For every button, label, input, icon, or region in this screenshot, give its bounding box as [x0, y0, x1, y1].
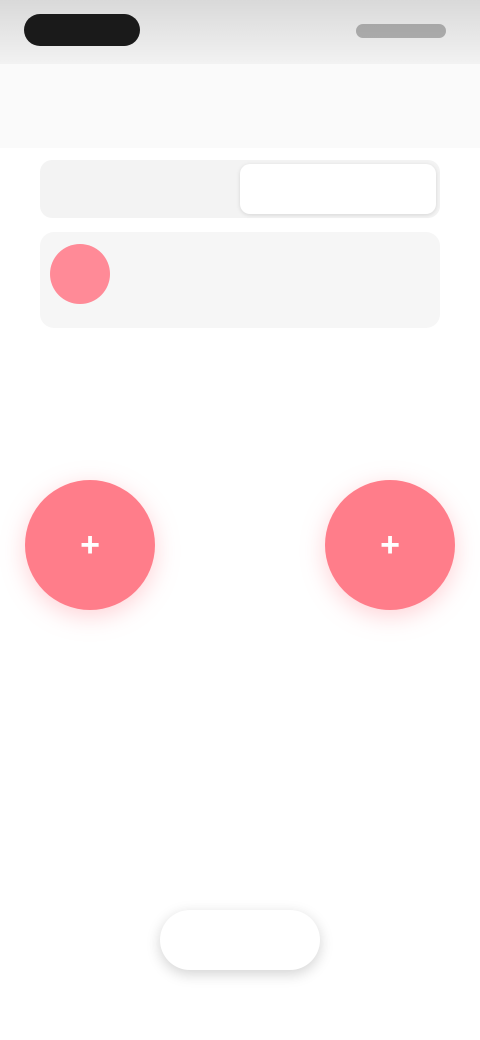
- plus-icon: +: [80, 525, 100, 564]
- device-card[interactable]: [40, 232, 440, 328]
- right-action: +: [300, 440, 480, 680]
- bottom-action-button[interactable]: [160, 910, 320, 970]
- device-avatar-icon: [50, 244, 110, 304]
- left-action-button[interactable]: +: [25, 480, 155, 610]
- tab-2[interactable]: [240, 164, 436, 214]
- plus-icon: +: [380, 525, 400, 564]
- nav-bar: [0, 64, 480, 148]
- left-action: +: [0, 440, 180, 680]
- segmented-control: [40, 160, 440, 218]
- tab-1[interactable]: [44, 164, 240, 214]
- status-icons: [356, 24, 446, 38]
- time-pill-icon: [24, 14, 140, 46]
- right-action-button[interactable]: +: [325, 480, 455, 610]
- status-bar: [0, 0, 480, 64]
